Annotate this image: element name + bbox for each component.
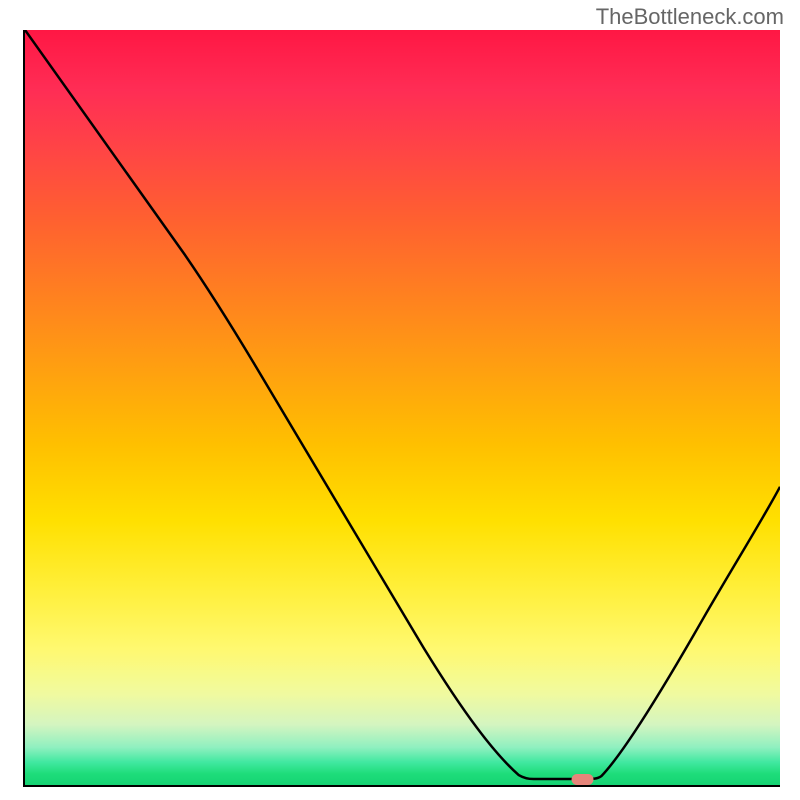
chart-plot-area xyxy=(23,30,780,787)
curve-svg xyxy=(25,30,780,785)
optimal-marker xyxy=(572,774,594,785)
chart-container: TheBottleneck.com xyxy=(0,0,800,800)
bottleneck-curve xyxy=(25,30,780,779)
watermark-text: TheBottleneck.com xyxy=(596,4,784,30)
